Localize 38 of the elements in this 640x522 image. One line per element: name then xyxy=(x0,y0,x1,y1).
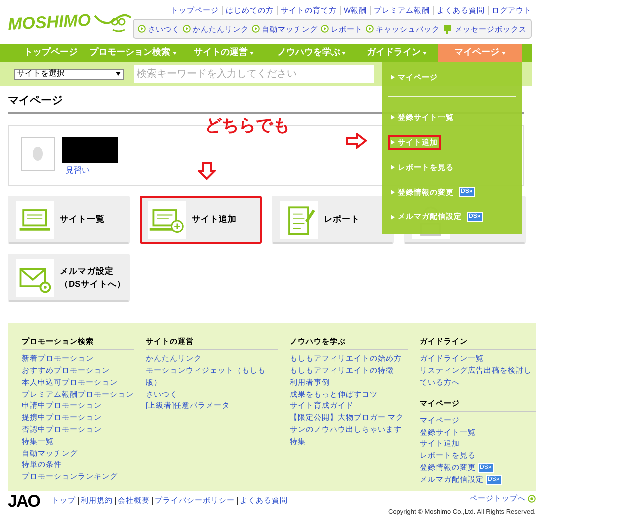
tile-label: レポート xyxy=(324,213,360,226)
triangle-bullet-icon xyxy=(391,214,395,220)
site-select[interactable]: サイトを選択 xyxy=(14,68,124,80)
search-field[interactable]: 検索キーワードを入力してください xyxy=(134,65,374,83)
rank-link[interactable]: 見習い xyxy=(66,164,118,176)
tile-label: メルマガ設定 xyxy=(60,264,115,278)
triangle-bullet-icon xyxy=(391,164,395,170)
triangle-bullet-icon xyxy=(391,115,395,120)
triangle-bullet-icon xyxy=(391,190,395,195)
dropdown-arrow-icon xyxy=(116,72,121,76)
caret-icon xyxy=(342,52,346,54)
play-circle-icon xyxy=(183,25,192,34)
dot-circle-icon xyxy=(528,494,536,503)
caret-icon xyxy=(172,52,177,54)
down-arrow-icon xyxy=(198,162,216,180)
caret-icon xyxy=(422,52,427,54)
menu-tile[interactable]: サイト一覧 xyxy=(8,196,130,244)
caret-icon xyxy=(250,52,254,54)
tile-label: サイト一覧 xyxy=(60,213,105,226)
mailbox-icon xyxy=(443,24,454,34)
menu-tile[interactable]: メルマガ設定 （DSサイトへ） xyxy=(8,254,130,302)
triangle-bullet-icon xyxy=(391,75,395,80)
right-arrow-icon xyxy=(346,133,368,149)
menu-tile[interactable]: レポート xyxy=(272,196,394,244)
caret-icon xyxy=(502,52,506,54)
triangle-bullet-icon xyxy=(391,140,395,146)
play-circle-icon xyxy=(138,25,146,34)
tile-label: （DSサイトへ） xyxy=(60,278,126,290)
redacted-block xyxy=(62,136,118,162)
page-title: マイページ xyxy=(8,94,64,109)
play-circle-icon xyxy=(366,25,374,34)
play-circle-icon xyxy=(321,25,330,34)
menu-tile[interactable]: サイト追加 xyxy=(140,196,262,244)
avatar-icon xyxy=(21,136,55,170)
play-circle-icon xyxy=(252,25,260,34)
annotation-text: どちらでも xyxy=(205,115,290,137)
tile-label: サイト追加 xyxy=(192,213,237,226)
jao-logo: JAO xyxy=(8,493,42,513)
